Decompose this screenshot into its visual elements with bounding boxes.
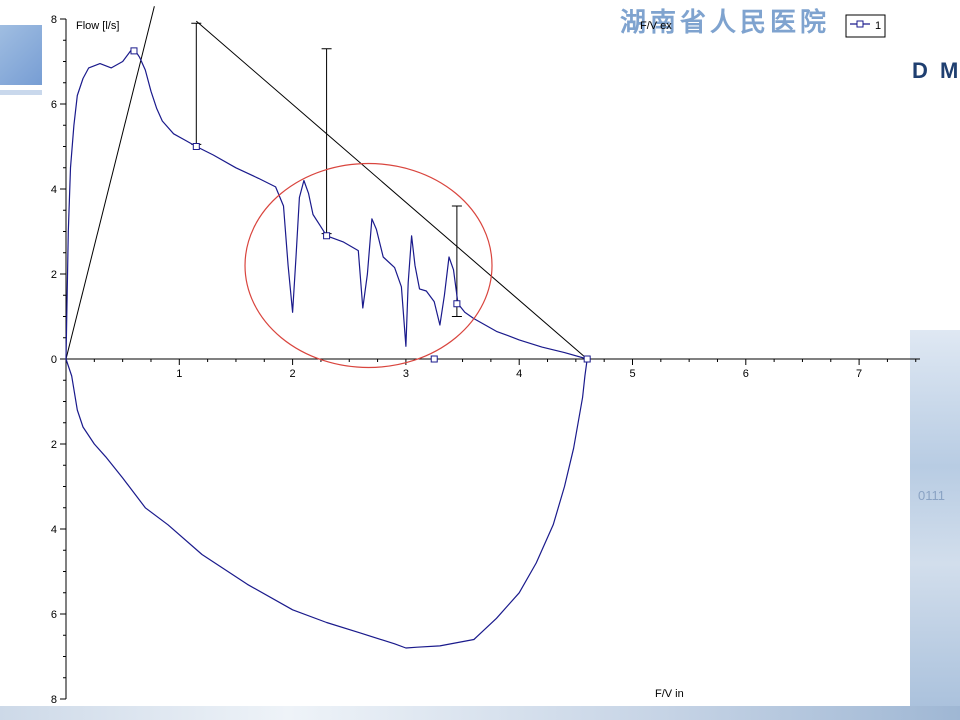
markers (130, 47, 591, 363)
y-tick-label: 2 (51, 269, 57, 281)
data-marker (583, 355, 591, 363)
y-tick-label: 4 (51, 524, 57, 536)
data-marker (323, 232, 331, 240)
x-tick-label: 5 (629, 368, 635, 380)
x-tick-label: 4 (516, 368, 522, 380)
legend-entry: 1 (875, 20, 881, 32)
x-tick-label: 6 (743, 368, 749, 380)
x-tick-label: 7 (856, 368, 862, 380)
y-tick-label: 6 (51, 609, 57, 621)
data-marker (430, 355, 438, 363)
legend: 1 (845, 14, 886, 38)
x-tick-label: 2 (290, 368, 296, 380)
watermark-digits: 0111 (918, 488, 945, 503)
y-tick-label: 8 (51, 14, 57, 26)
x-tick-label: 1 (176, 368, 182, 380)
y-tick-label: 2 (51, 439, 57, 451)
y-axis-label: Flow [l/s] (76, 20, 119, 32)
axes: 1 2 3 4 5 6 7 0 2 4 6 8 2 4 6 8 (51, 14, 920, 706)
y-tick-label: 8 (51, 694, 57, 706)
x-tick-label: 3 (403, 368, 409, 380)
reference-line (195, 20, 588, 360)
y-tick-label: 0 (51, 354, 57, 366)
data-marker (130, 47, 138, 55)
reference-line (65, 6, 155, 360)
flow-volume-chart: 1 2 3 4 5 6 7 0 2 4 6 8 2 4 6 8 Flow [l/s] F/V ex F/V i… (51, 6, 920, 706)
data-marker (453, 300, 461, 308)
x-axis-label-bottom: F/V in (655, 688, 684, 700)
data-marker (192, 143, 200, 150)
y-tick-label: 6 (51, 99, 57, 111)
inspiratory-curve (65, 358, 588, 649)
y-tick-label: 4 (51, 184, 57, 196)
legend-marker (856, 20, 864, 28)
x-axis-label-top: F/V ex (640, 20, 672, 32)
